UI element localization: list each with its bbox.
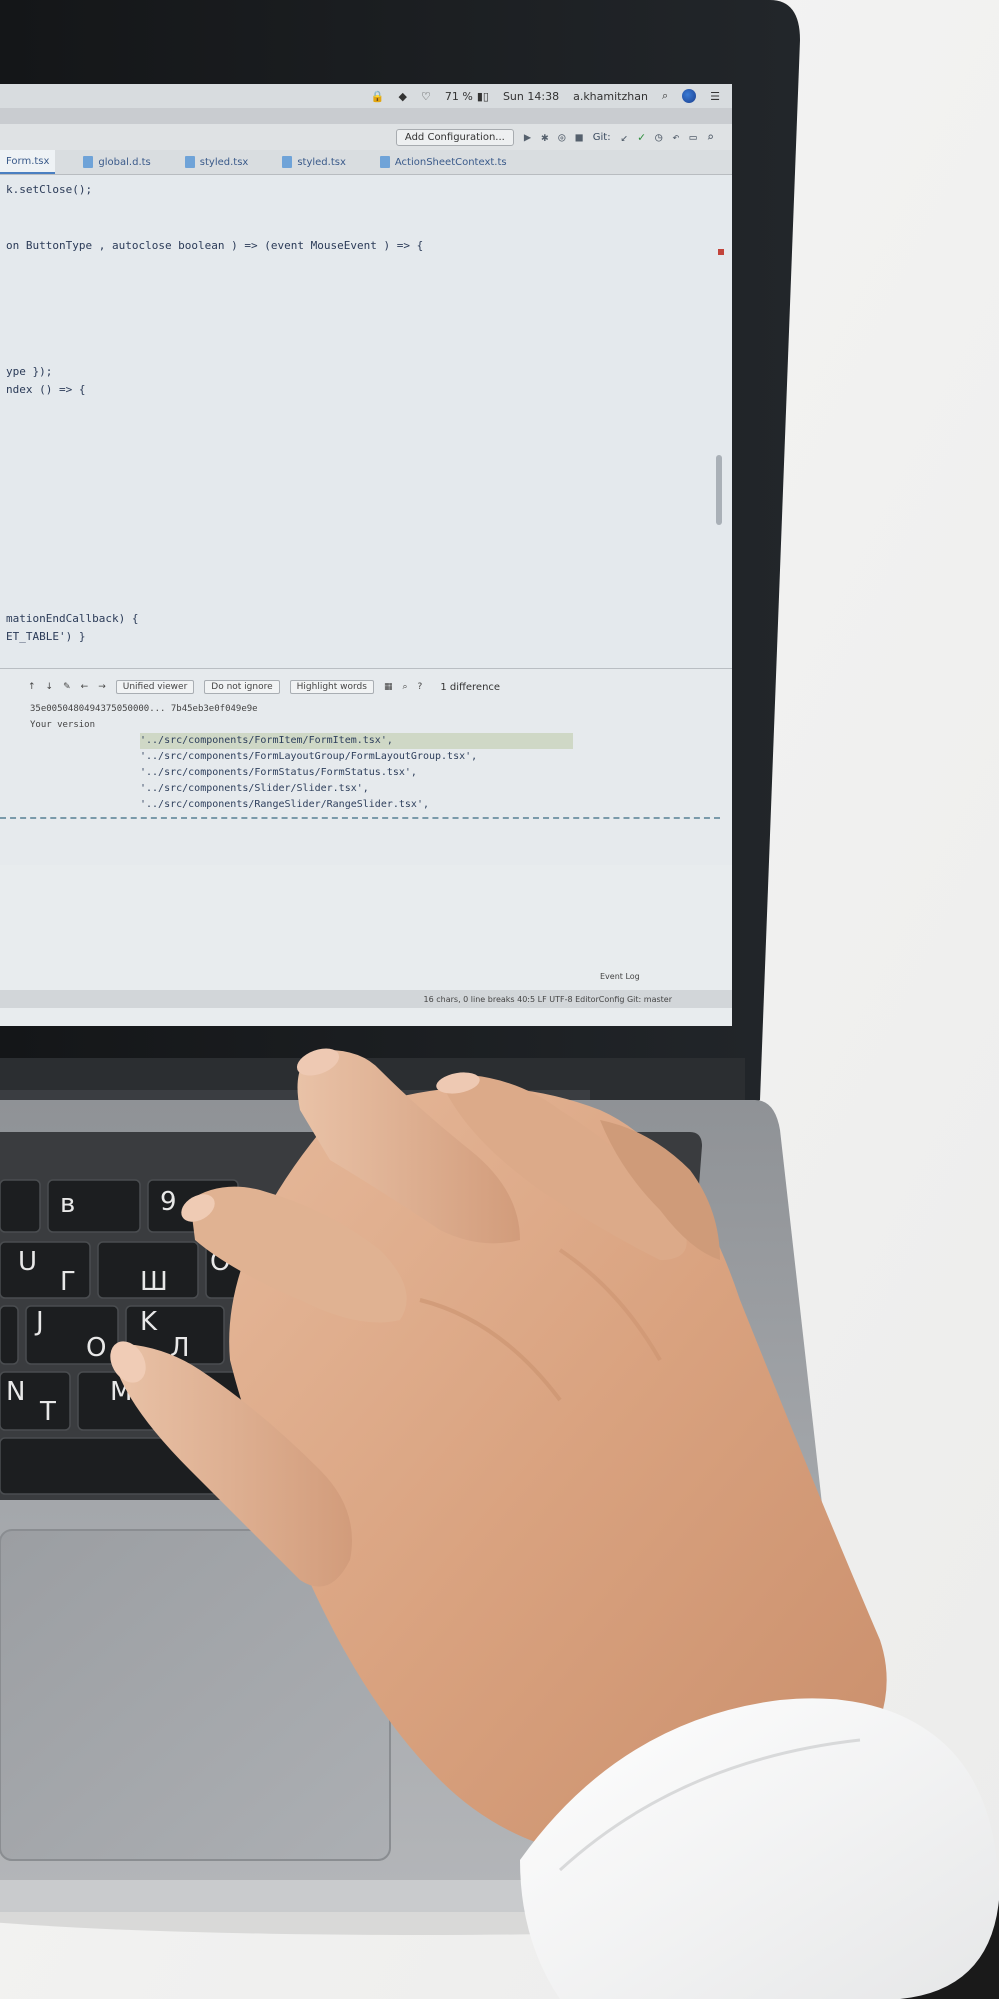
shield-icon[interactable]: ◆ [399, 90, 407, 103]
diff-toolbar: ↑ ↓ ✎ ← → Unified viewer Do not ignore H… [0, 677, 732, 697]
tab-styled-2[interactable]: styled.tsx [276, 150, 352, 174]
code-editor[interactable]: k.setClose(); on ButtonType , autoclose … [0, 175, 732, 687]
tab-label: global.d.ts [98, 156, 151, 168]
search-icon[interactable]: ⌕ [662, 89, 668, 103]
viewer-select[interactable]: Unified viewer [115, 680, 195, 694]
code-line: k.setClose(); [6, 183, 93, 196]
code-line: on ButtonType , autoclose boolean ) => (… [6, 239, 424, 252]
tab-label: styled.tsx [199, 156, 249, 168]
tab-global-d-ts[interactable]: global.d.ts [77, 150, 156, 174]
coverage-icon[interactable]: ◎ [558, 130, 565, 144]
run-icon[interactable]: ▶ [524, 130, 531, 144]
code-line: ET_TABLE') } [6, 630, 86, 643]
editor-scrollbar[interactable] [716, 455, 722, 525]
tab-styled-1[interactable]: styled.tsx [179, 150, 255, 174]
search-icon[interactable]: ⌕ [402, 682, 407, 692]
diff-separator [0, 817, 720, 819]
battery-status[interactable]: 71 % ▮▯ [445, 90, 489, 103]
svg-text:в: в [60, 1189, 75, 1219]
svg-text:Г: Г [60, 1267, 76, 1297]
event-log-button[interactable]: Event Log [600, 972, 640, 981]
laptop-screen: 🔒 ◆ ♡ 71 % ▮▯ Sun 14:38 a.khamitzhan ⌕ ☰… [0, 84, 732, 1026]
control-center-icon[interactable]: ☰ [710, 90, 720, 103]
tab-form[interactable]: Form.tsx [0, 150, 56, 174]
mac-menubar: 🔒 ◆ ♡ 71 % ▮▯ Sun 14:38 a.khamitzhan ⌕ ☰ [0, 84, 732, 108]
add-configuration-button[interactable]: Add Configuration... [395, 128, 514, 146]
svg-text:U: U [18, 1247, 37, 1277]
clock[interactable]: Sun 14:38 [503, 90, 559, 103]
file-icon [83, 156, 94, 168]
back-icon[interactable]: ← [81, 682, 89, 692]
svg-text:Ш: Ш [140, 1267, 168, 1297]
stop-icon[interactable]: ■ [576, 130, 583, 144]
battery-icon: ▮▯ [476, 89, 489, 103]
window-title-bar [0, 108, 732, 124]
lock-icon[interactable]: 🔒 [371, 90, 385, 103]
git-label: Git: [592, 131, 611, 143]
svg-text:O: O [86, 1333, 106, 1363]
status-info: 16 chars, 0 line breaks 40:5 LF UTF-8 Ed… [423, 994, 672, 1004]
code-editor-continued[interactable]: mationEndCallback) { ET_TABLE') } [0, 596, 732, 668]
diff-line: '../src/components/FormStatus/FormStatus… [140, 767, 417, 778]
user-name[interactable]: a.khamitzhan [573, 90, 648, 103]
commit-icon[interactable]: ✓ [638, 130, 645, 144]
commit-hash: 35e0050480494375050000... 7b45eb3e0f049e… [30, 704, 258, 714]
svg-text:K: K [140, 1307, 158, 1337]
file-icon [184, 156, 195, 168]
file-icon [379, 156, 390, 168]
heart-icon[interactable]: ♡ [421, 90, 431, 103]
code-line: ndex () => { [6, 383, 86, 396]
edit-icon[interactable]: ✎ [63, 682, 71, 692]
settings-icon[interactable]: ▦ [384, 682, 393, 692]
highlight-select[interactable]: Highlight words [289, 680, 374, 694]
diff-lines: 35e0050480494375050000... 7b45eb3e0f049e… [30, 701, 573, 813]
diff-line: '../src/components/Slider/Slider.tsx', [140, 783, 369, 794]
code-line: mationEndCallback) { [6, 612, 139, 625]
help-icon[interactable]: ? [418, 682, 423, 692]
tab-label: ActionSheetContext.ts [394, 156, 507, 168]
layout-icon[interactable]: ▭ [690, 130, 697, 144]
code-line: ype }); [6, 365, 53, 378]
svg-text:J: J [34, 1307, 44, 1337]
diff-line: '../src/components/RangeSlider/RangeSlid… [140, 799, 429, 810]
history-icon[interactable]: ◷ [655, 130, 662, 144]
battery-percent: 71 % [444, 89, 473, 103]
up-icon[interactable]: ↑ [28, 682, 36, 692]
forward-icon[interactable]: → [98, 682, 106, 692]
diff-line: '../src/components/FormItem/FormItem.tsx… [30, 733, 573, 749]
ide-toolbar: Add Configuration... ▶ ✱ ◎ ■ Git: ↙ ✓ ◷ … [0, 124, 732, 150]
down-icon[interactable]: ↓ [46, 682, 54, 692]
tab-label: styled.tsx [297, 156, 346, 168]
error-marker[interactable] [718, 249, 724, 255]
ignore-select[interactable]: Do not ignore [204, 680, 280, 694]
search-everywhere-icon[interactable]: ⌕ [707, 130, 714, 144]
tab-action-sheet-context[interactable]: ActionSheetContext.ts [374, 150, 513, 174]
file-icon [282, 156, 293, 168]
diff-panel: ↑ ↓ ✎ ← → Unified viewer Do not ignore H… [0, 668, 732, 865]
revert-icon[interactable]: ↶ [672, 130, 679, 144]
your-version-label: Your version [30, 720, 96, 730]
debug-icon[interactable]: ✱ [541, 130, 548, 144]
siri-icon[interactable] [682, 89, 697, 103]
svg-text:9: 9 [160, 1187, 177, 1217]
tab-label: Form.tsx [6, 155, 50, 167]
svg-text:N: N [6, 1377, 25, 1407]
difference-count: 1 difference [440, 681, 501, 693]
diff-line: '../src/components/FormLayoutGroup/FormL… [140, 751, 478, 762]
svg-text:T: T [39, 1397, 56, 1427]
editor-tabs: Form.tsx global.d.ts styled.tsx styled.t… [0, 150, 732, 175]
status-bar: 16 chars, 0 line breaks 40:5 LF UTF-8 Ed… [0, 990, 732, 1008]
update-icon[interactable]: ↙ [621, 130, 628, 144]
